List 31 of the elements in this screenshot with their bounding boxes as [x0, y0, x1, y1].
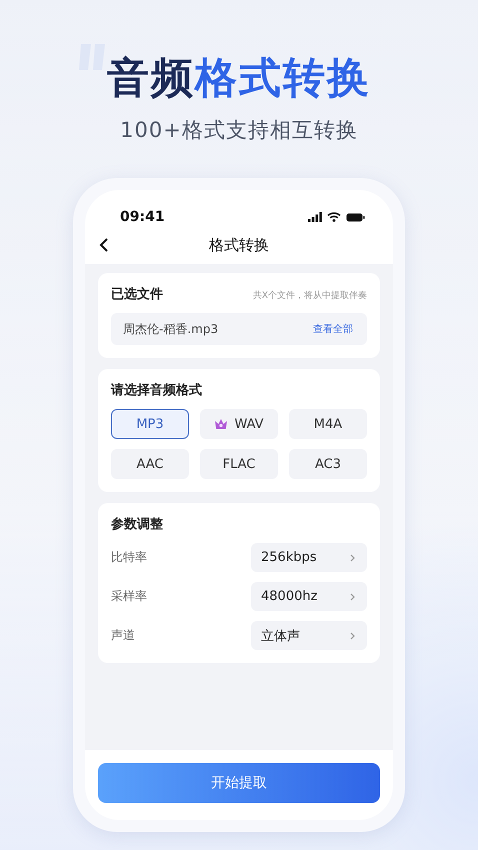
card-title: 参数调整 — [111, 516, 164, 533]
page-title: 格式转换 — [209, 236, 269, 254]
parameter-select[interactable]: 立体声 — [251, 621, 367, 650]
card-title: 已选文件 — [111, 286, 163, 303]
format-option[interactable]: M4A — [289, 409, 367, 439]
tagline: 100+格式支持相互转换 — [120, 117, 358, 144]
headline-text: 格式转换 — [195, 52, 371, 104]
view-all-link[interactable]: 查看全部 — [313, 322, 353, 336]
card-title: 请选择音频格式 — [111, 382, 203, 399]
battery-icon — [346, 212, 365, 222]
start-button[interactable]: 开始提取 — [98, 763, 380, 803]
chevron-icon — [350, 592, 355, 600]
parameter-label: 采样率 — [111, 588, 147, 605]
format-option[interactable]: MP3 — [111, 409, 189, 439]
status-time: 09:41 — [120, 208, 165, 226]
format-option[interactable]: FLAC — [200, 449, 278, 479]
chevron-icon — [350, 554, 355, 562]
format-option[interactable]: AC3 — [289, 449, 367, 479]
file-name: 周杰伦-稻香.mp3 — [123, 320, 218, 338]
parameter-label: 比特率 — [111, 549, 147, 566]
parameter-label: 声道 — [111, 627, 135, 644]
format-option[interactable]: AAC — [111, 449, 189, 479]
hint-text: 共X个文件，将从中提取伴奏 — [252, 290, 367, 302]
parameter-select[interactable]: 48000hz — [251, 582, 367, 611]
wifi-icon — [327, 212, 341, 222]
chevron-icon — [350, 632, 355, 640]
signal-icon — [308, 212, 322, 222]
back-icon — [99, 238, 109, 252]
format-option[interactable]: WAV — [200, 409, 278, 439]
parameter-select[interactable]: 256kbps — [251, 543, 367, 572]
headline-text: 音频 — [107, 52, 195, 104]
